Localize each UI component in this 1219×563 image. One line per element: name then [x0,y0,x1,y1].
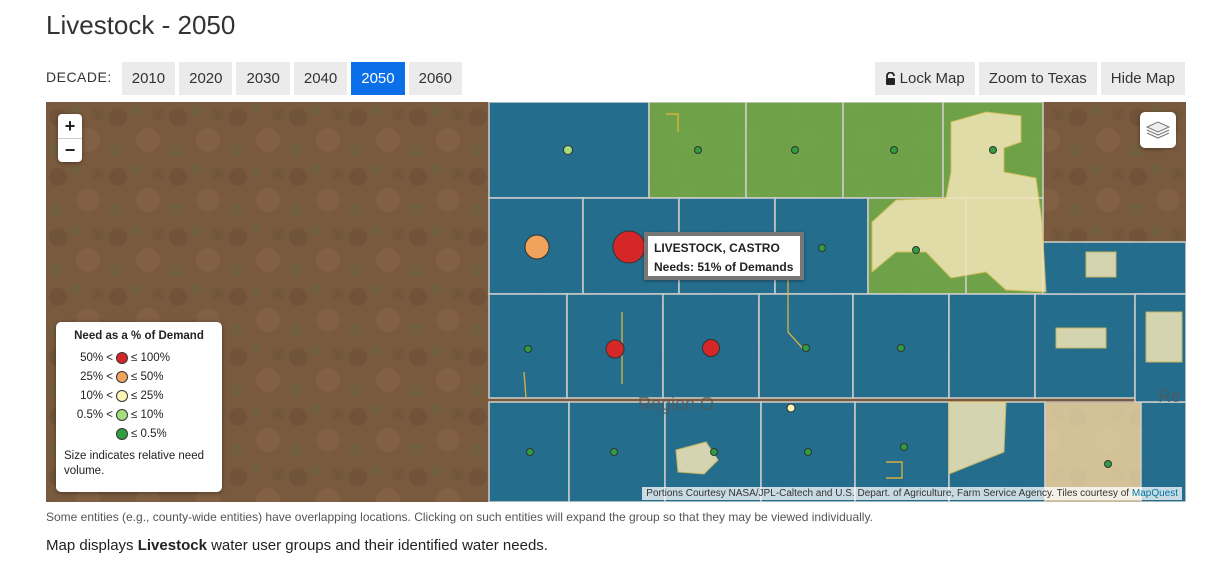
lock-icon [885,71,896,85]
map-caption: Some entities (e.g., county-wide entitie… [46,510,873,524]
decade-button-2020[interactable]: 2020 [179,62,233,95]
cream-patch [1055,327,1107,349]
zoom-out-button[interactable]: − [58,138,82,162]
legend-dot [116,389,128,402]
legend-row: 0.5% < ≤ 10% [64,405,214,424]
legend-row: ≤ 0.5% [64,424,214,443]
map-view[interactable]: Region O Re + − LIVESTOCK, CASTRO Needs:… [46,102,1186,502]
zoom-control: + − [58,114,82,162]
legend-max: ≤ 100% [131,351,170,364]
legend-dot [116,427,128,440]
region-label-right: Re [1158,386,1182,406]
legend-note: Size indicates relative need volume. [64,450,204,477]
legend-range: 0.5% < [76,408,113,421]
lock-map-button[interactable]: Lock Map [874,62,975,95]
marker [818,244,826,252]
decade-button-2050[interactable]: 2050 [351,62,405,95]
page-title: Livestock - 2050 [46,10,236,40]
region-label: Region O [638,394,715,414]
attribution-text: Portions Courtesy NASA/JPL-Caltech and U… [646,488,1130,499]
decade-button-2030[interactable]: 2030 [236,62,290,95]
marker [524,345,532,353]
legend-range: 10% < [80,389,113,402]
layers-button[interactable] [1140,112,1176,148]
zoom-to-texas-button[interactable]: Zoom to Texas [978,62,1097,95]
county-tile [948,293,1036,399]
map-controls: Lock Map Zoom to Texas Hide Map [871,62,1185,95]
marker [791,146,799,154]
popup-needs: Needs: 51% of Demands [654,260,794,274]
legend-row: 50% < ≤ 100% [64,348,214,367]
marker [1104,460,1112,468]
legend-dot [116,408,128,421]
layers-icon [1145,121,1171,139]
legend-dot [116,351,128,364]
description-prefix: Map displays [46,537,138,554]
legend-row: 10% < ≤ 25% [64,386,214,405]
decade-button-2060[interactable]: 2060 [408,62,462,95]
cream-patch [1085,251,1117,278]
marker [605,339,625,359]
legend-title: Need as a % of Demand [74,330,204,342]
decade-label: DECADE: [46,68,112,85]
map-description: Map displays Livestock water user groups… [46,537,548,554]
decade-selector: DECADE: 2010 2020 2030 2040 2050 2060 [46,62,466,95]
zoom-in-button[interactable]: + [58,114,82,138]
marker [526,448,534,456]
marker [702,339,720,357]
legend-max: ≤ 50% [131,370,164,383]
map-attribution: Portions Courtesy NASA/JPL-Caltech and U… [642,487,1182,500]
description-suffix: water user groups and their identified w… [206,537,548,554]
decade-button-2010[interactable]: 2010 [121,62,176,95]
legend-row: 25% < ≤ 50% [64,367,214,386]
lock-map-label: Lock Map [899,70,965,87]
legend-range: 50% < [80,351,113,364]
mapquest-link[interactable]: MapQuest [1132,488,1178,499]
hide-map-button[interactable]: Hide Map [1100,62,1185,95]
marker [610,448,618,456]
legend-dot [116,370,128,383]
marker [563,145,573,155]
marker-castro [612,230,646,264]
marker [524,234,550,260]
cream-patch [1145,311,1183,363]
entity-popup: LIVESTOCK, CASTRO Needs: 51% of Demands [644,232,804,280]
legend-max: ≤ 0.5% [131,427,167,440]
description-bold: Livestock [137,537,207,554]
marker [786,403,796,413]
legend-max: ≤ 10% [131,408,164,421]
decade-button-2040[interactable]: 2040 [293,62,348,95]
marker [802,344,810,352]
legend: Need as a % of Demand 50% < ≤ 100% 25% <… [56,322,222,492]
marker [804,448,812,456]
marker [912,246,920,254]
marker [890,146,898,154]
legend-range: 25% < [80,370,113,383]
marker [897,344,905,352]
marker [900,443,908,451]
popup-title: LIVESTOCK, CASTRO [654,241,780,255]
marker [989,146,997,154]
marker [694,146,702,154]
legend-max: ≤ 25% [131,389,164,402]
marker [710,448,718,456]
